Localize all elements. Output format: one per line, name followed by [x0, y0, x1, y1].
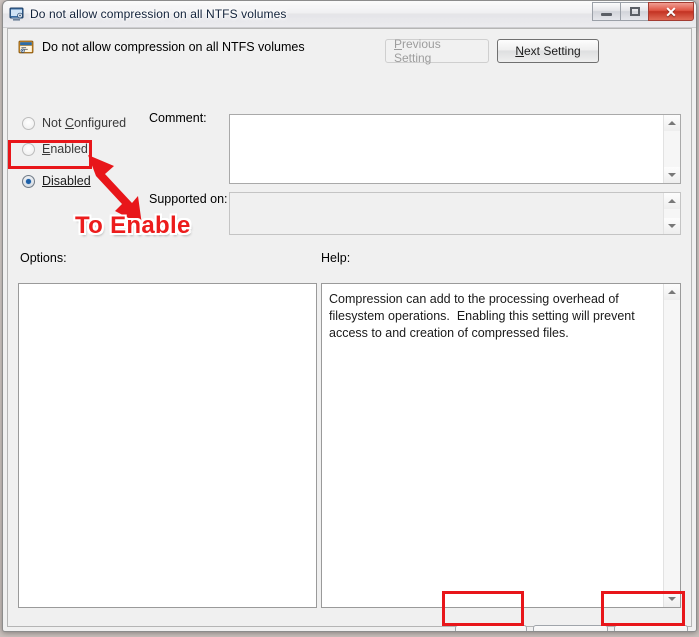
comment-scrollbar[interactable]: [663, 115, 680, 183]
radio-not-configured-label: Not Configured: [42, 116, 127, 130]
previous-setting-label: Previous Setting: [394, 37, 441, 65]
options-label: Options:: [20, 251, 67, 265]
comment-input[interactable]: [230, 115, 663, 183]
scroll-down-button[interactable]: [664, 218, 680, 234]
page-title: Do not allow compression on all NTFS vol…: [42, 40, 305, 54]
window-controls: ✕: [592, 2, 694, 21]
radio-mark-icon: [22, 116, 35, 130]
policy-header-row: Do not allow compression on all NTFS vol…: [8, 29, 691, 67]
scroll-down-button[interactable]: [664, 591, 680, 607]
radio-mark-selected-icon: [22, 174, 35, 188]
radio-mark-icon: [22, 142, 35, 156]
apply-label: Apply: [636, 631, 666, 632]
apply-button[interactable]: Apply: [614, 625, 688, 632]
dialog-client-area: Do not allow compression on all NTFS vol…: [7, 28, 692, 631]
comment-label: Comment:: [149, 111, 207, 125]
radio-enabled-label: Enabled: [42, 142, 88, 156]
scroll-up-arrow-icon: [668, 199, 676, 203]
policy-setting-icon: [18, 40, 34, 54]
scroll-down-arrow-icon: [668, 173, 676, 177]
help-label: Help:: [321, 251, 351, 265]
close-button[interactable]: ✕: [648, 2, 694, 21]
supported-on-scrollbar[interactable]: [663, 193, 680, 234]
scroll-down-button[interactable]: [664, 167, 680, 183]
radio-disabled-label: Disabled: [42, 174, 91, 188]
policy-setting-dialog: Do not allow compression on all NTFS vol…: [2, 0, 697, 632]
scroll-up-button[interactable]: [664, 193, 680, 209]
next-setting-button[interactable]: Next Setting: [497, 39, 599, 63]
ok-button[interactable]: OK: [455, 625, 527, 632]
previous-setting-button[interactable]: Previous Setting: [385, 37, 489, 65]
policy-setting-icon: [9, 7, 24, 21]
scroll-down-arrow-icon: [668, 224, 676, 228]
maximize-icon: [629, 7, 640, 16]
window-title: Do not allow compression on all NTFS vol…: [30, 7, 287, 21]
radio-not-configured[interactable]: Not Configured: [22, 116, 126, 130]
radio-disabled[interactable]: Disabled: [22, 174, 91, 188]
cancel-label: Cancel: [552, 631, 589, 632]
scroll-up-button[interactable]: [664, 284, 680, 300]
supported-on-label: Supported on:: [149, 192, 228, 206]
help-panel[interactable]: Compression can add to the processing ov…: [321, 283, 681, 608]
help-scrollbar[interactable]: [663, 284, 680, 607]
title-bar[interactable]: Do not allow compression on all NTFS vol…: [3, 1, 696, 28]
supported-on-textbox: [229, 192, 681, 235]
scroll-up-arrow-icon: [668, 121, 676, 125]
supported-on-value: [230, 193, 663, 234]
options-panel[interactable]: [18, 283, 317, 608]
scroll-down-arrow-icon: [668, 597, 676, 601]
cancel-button[interactable]: Cancel: [533, 625, 608, 632]
minimize-icon: [601, 12, 612, 16]
comment-textbox[interactable]: [229, 114, 681, 184]
help-text: Compression can add to the processing ov…: [329, 292, 639, 340]
close-icon: ✕: [665, 3, 677, 20]
ok-label: OK: [482, 631, 499, 632]
scroll-up-button[interactable]: [664, 115, 680, 131]
next-setting-label: Next Setting: [515, 44, 581, 58]
radio-enabled[interactable]: Enabled: [22, 142, 88, 156]
scroll-up-arrow-icon: [668, 290, 676, 294]
minimize-button[interactable]: [592, 2, 620, 21]
maximize-button[interactable]: [620, 2, 648, 21]
